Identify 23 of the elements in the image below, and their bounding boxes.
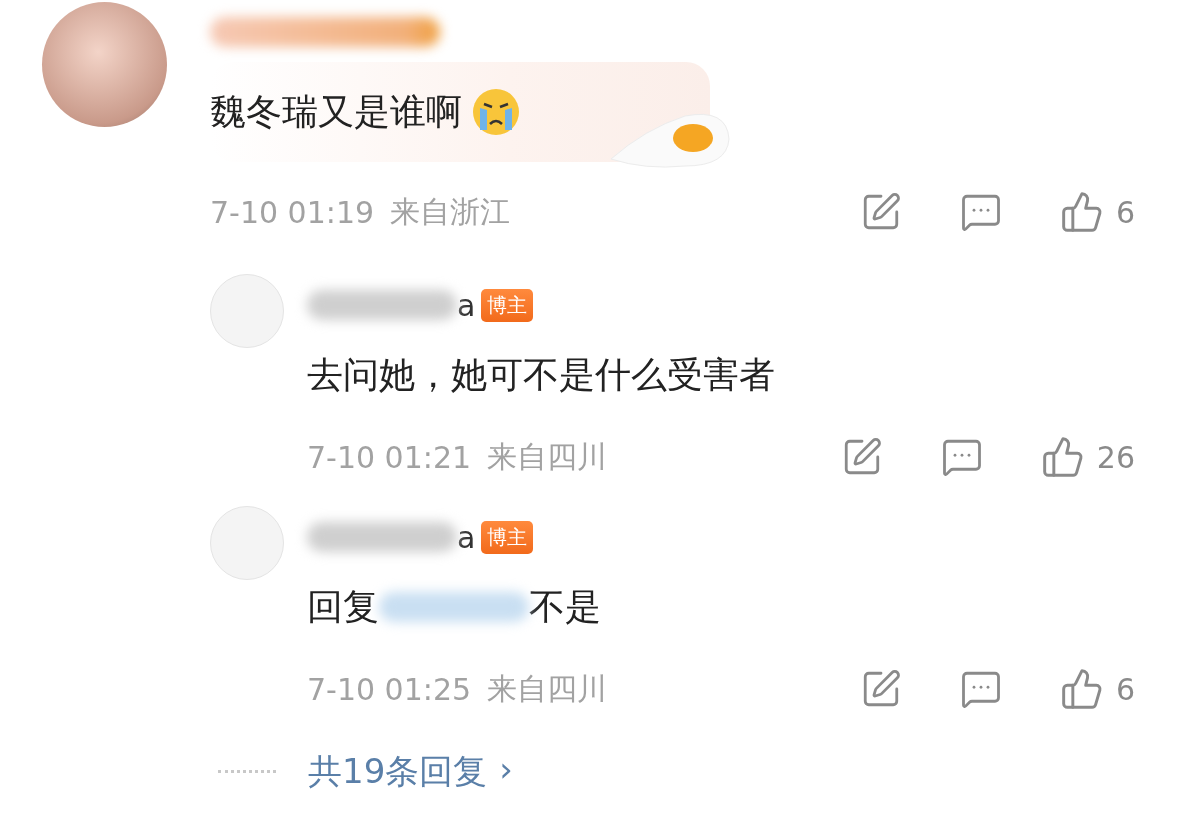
reply-prefix: 回复 (307, 584, 379, 629)
comment-time: 7-10 01:19 (210, 194, 375, 230)
like-count: 6 (1115, 194, 1135, 230)
like-icon[interactable] (1040, 435, 1085, 479)
view-replies-link[interactable]: 共19条回复 › (308, 748, 513, 795)
author-badge: 博主 (481, 520, 534, 554)
username[interactable]: a (457, 519, 476, 555)
comment-location: 来自四川 (487, 437, 608, 476)
username[interactable]: a (457, 287, 476, 323)
like-icon[interactable] (1059, 190, 1104, 234)
comment-time: 7-10 01:21 (307, 439, 472, 475)
crying-emoji-icon (470, 86, 522, 138)
like-count: 6 (1115, 671, 1135, 707)
comment-time: 7-10 01:25 (307, 671, 472, 707)
comment-text: 魏冬瑞又是谁啊 (210, 89, 462, 134)
author-badge: 博主 (481, 288, 534, 322)
comment-location: 来自四川 (487, 669, 608, 708)
like-icon[interactable] (1059, 667, 1104, 711)
dotted-line (218, 770, 276, 773)
like-count: 26 (1096, 439, 1135, 475)
comment-location: 来自浙江 (390, 192, 511, 231)
reply-text: 去问她，她可不是什么受害者 (307, 352, 775, 397)
reply-text: 不是 (529, 584, 601, 629)
